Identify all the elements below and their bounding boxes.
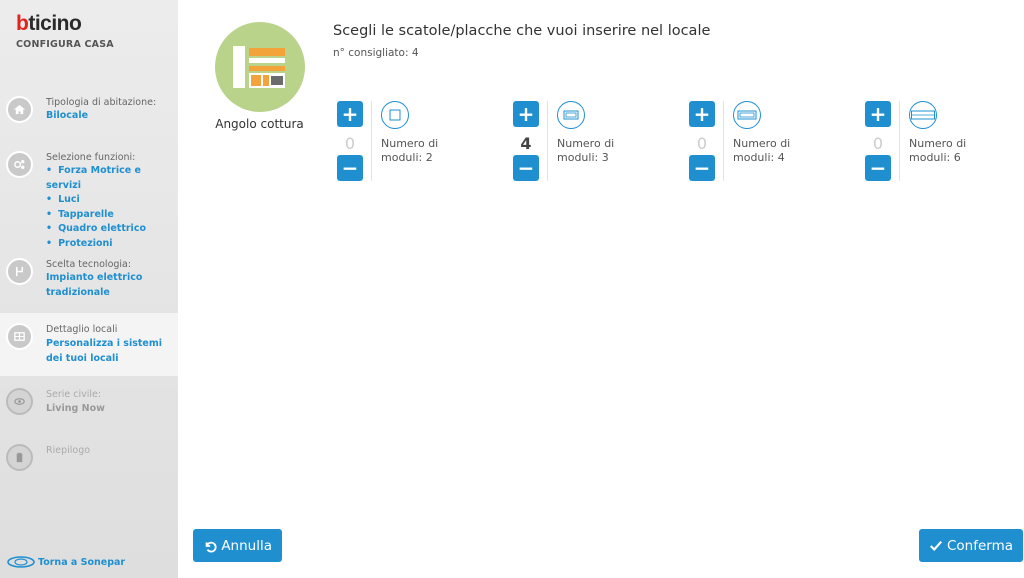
cancel-label: Annulla [221, 537, 272, 554]
bticino-logo: bticino [16, 12, 82, 35]
module-label: Numero di moduli: 2 [381, 137, 439, 164]
step-value: Personalizza i sistemi dei tuoi locali [46, 338, 163, 364]
step-dettaglio-locali[interactable]: Dettaglio locali Personalizza i sistemi … [0, 313, 178, 376]
decrement-button[interactable]: − [689, 155, 715, 181]
function-item: Luci [46, 193, 178, 208]
box-4-modules-icon [733, 101, 761, 129]
eye-icon [6, 388, 33, 415]
room-name: Angolo cottura [215, 117, 304, 131]
step-label: Serie civile: [46, 389, 102, 400]
technology-icon [6, 258, 33, 285]
decrement-button[interactable]: − [337, 155, 363, 181]
checkmark-icon [930, 540, 942, 551]
module-count: 4 [520, 134, 532, 153]
sidebar: bticino CONFIGURA CASA Tipologia di abit… [0, 0, 178, 578]
sonepar-logo-icon [7, 556, 35, 568]
divider [371, 101, 372, 181]
rooms-grid-icon [6, 323, 33, 350]
module-label: Numero di moduli: 3 [557, 137, 615, 164]
step-label: Scelta tecnologia: [46, 259, 132, 270]
functions-icon [6, 151, 33, 178]
step-label: Tipologia di abitazione: [46, 97, 157, 108]
room-card: Angolo cottura [207, 22, 312, 131]
step-label: Riepilogo [46, 445, 91, 456]
undo-icon [205, 541, 217, 552]
step-riepilogo: Riepilogo [0, 438, 178, 474]
decrement-button[interactable]: − [513, 155, 539, 181]
recommended-count: n° consigliato: 4 [333, 47, 419, 59]
confirm-label: Conferma [946, 537, 1013, 554]
module-count: 0 [872, 134, 884, 153]
decrement-button[interactable]: − [865, 155, 891, 181]
summary-icon [6, 444, 33, 471]
module-label: Numero di moduli: 6 [909, 137, 967, 164]
step-value: Impianto elettrico tradizionale [46, 272, 143, 298]
kitchen-icon [214, 22, 305, 112]
increment-button[interactable]: + [689, 101, 715, 127]
step-tipologia[interactable]: Tipologia di abitazione: Bilocale [0, 88, 178, 132]
function-item: Forza Motrice e servizi [46, 164, 178, 193]
page-title: Scegli le scatole/placche che vuoi inser… [333, 23, 711, 39]
function-item: Tapparelle [46, 208, 178, 223]
module-count: 0 [344, 134, 356, 153]
module-count: 0 [696, 134, 708, 153]
confirm-button[interactable]: Conferma [919, 529, 1023, 562]
increment-button[interactable]: + [865, 101, 891, 127]
increment-button[interactable]: + [513, 101, 539, 127]
step-label: Dettaglio locali [46, 324, 118, 335]
home-icon [6, 96, 33, 123]
back-link-label: Torna a Sonepar [38, 556, 126, 568]
step-label: Selezione funzioni: [46, 152, 136, 163]
box-6-modules-icon [909, 101, 937, 129]
box-3-modules-icon [557, 101, 585, 129]
divider [723, 101, 724, 181]
functions-list: Forza Motrice e servizi Luci Tapparelle … [46, 164, 178, 251]
step-value: Living Now [46, 403, 105, 414]
step-scelta-tecnologia[interactable]: Scelta tecnologia: Impianto elettrico tr… [0, 250, 178, 306]
divider [547, 101, 548, 181]
function-item: Protezioni [46, 237, 178, 252]
step-selezione-funzioni[interactable]: Selezione funzioni: Forza Motrice e serv… [0, 143, 178, 249]
back-to-sonepar-link[interactable]: Torna a Sonepar [6, 554, 125, 570]
box-2-modules-icon [381, 101, 409, 129]
app-subtitle: CONFIGURA CASA [16, 39, 114, 50]
step-value: Bilocale [46, 110, 89, 121]
function-item: Quadro elettrico [46, 222, 178, 237]
cancel-button[interactable]: Annulla [193, 529, 282, 562]
increment-button[interactable]: + [337, 101, 363, 127]
step-serie-civile: Serie civile: Living Now [0, 382, 178, 426]
divider [899, 101, 900, 181]
module-label: Numero di moduli: 4 [733, 137, 791, 164]
